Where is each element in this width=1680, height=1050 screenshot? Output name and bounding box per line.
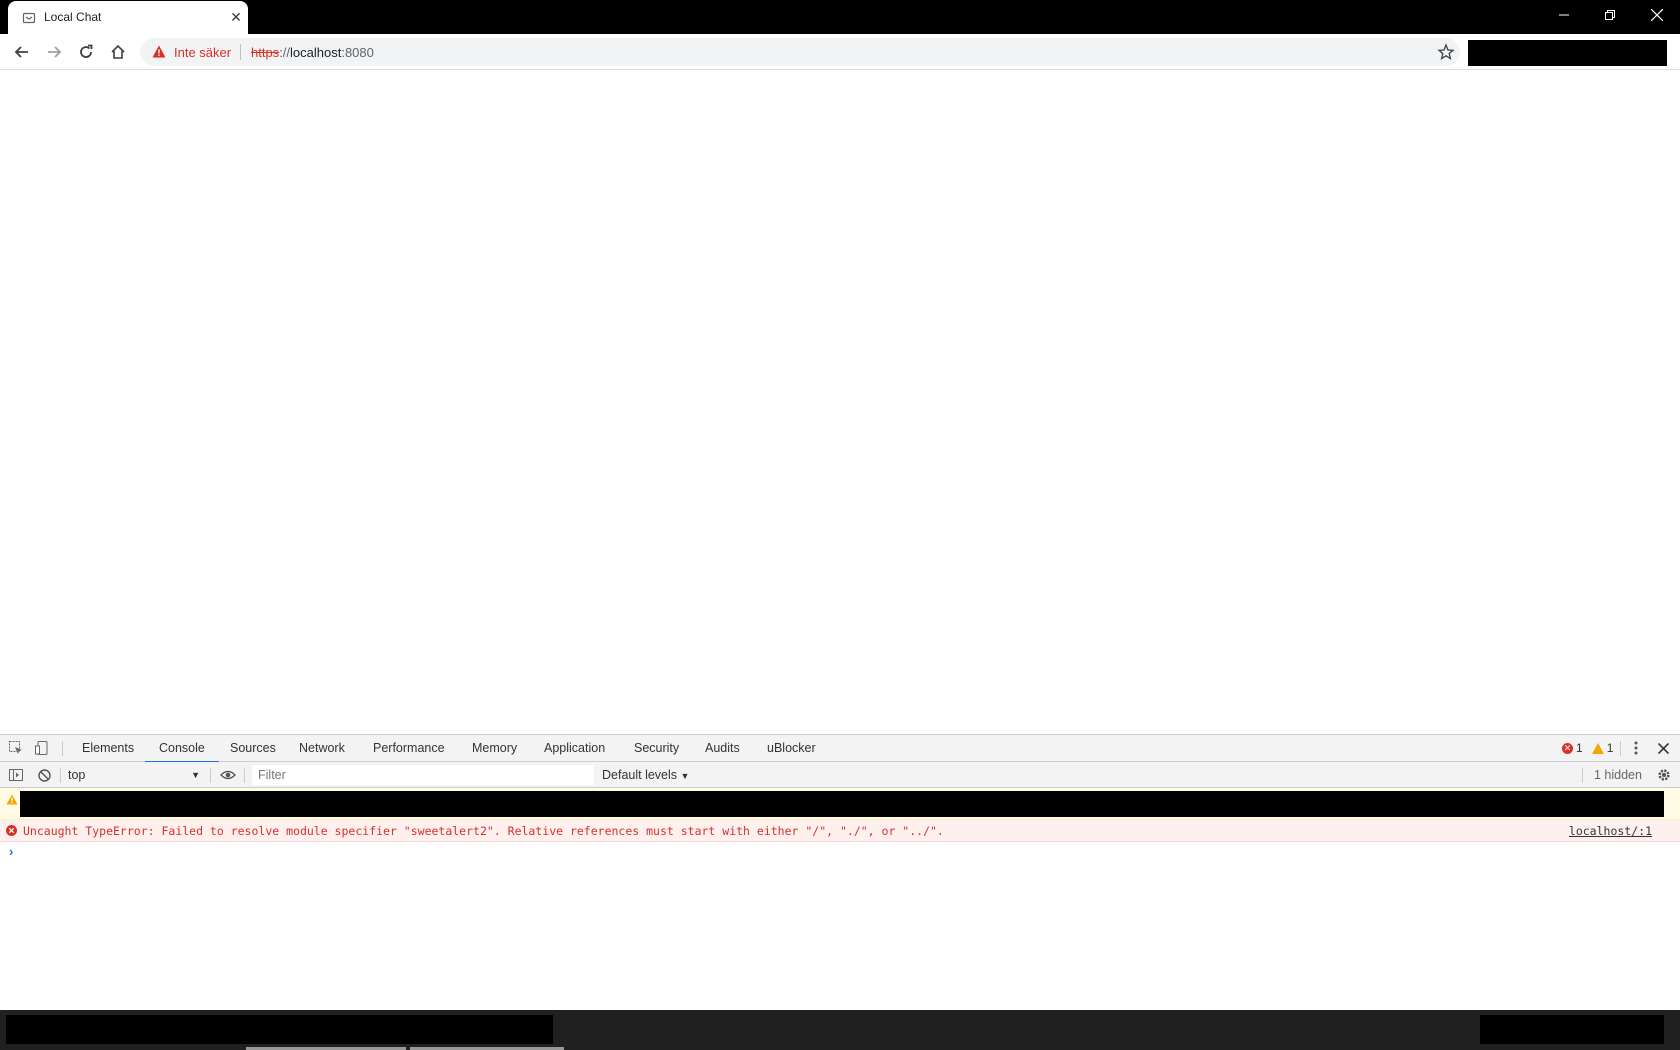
forward-icon[interactable]	[40, 38, 68, 66]
inspect-element-icon[interactable]	[6, 739, 26, 757]
minimize-icon[interactable]	[1541, 0, 1587, 30]
back-icon[interactable]	[8, 38, 36, 66]
hidden-count: 1 hidden	[1594, 768, 1642, 782]
error-message: Uncaught TypeError: Failed to resolve mo…	[23, 824, 944, 838]
close-tab-icon[interactable]: ✕	[226, 7, 246, 27]
console-prompt[interactable]: ›	[0, 842, 1680, 862]
divider	[240, 44, 241, 60]
divider	[1582, 768, 1583, 783]
more-options-icon[interactable]	[1626, 739, 1646, 757]
tab-elements[interactable]: Elements	[80, 735, 136, 762]
devtools-tabbar: Elements Console Sources Network Perform…	[0, 735, 1680, 763]
restore-icon[interactable]	[1587, 0, 1633, 30]
dropdown-arrow-icon: ▼	[191, 770, 200, 780]
redacted-system-tray	[1480, 1015, 1664, 1044]
divider	[210, 768, 211, 783]
close-window-icon[interactable]	[1634, 0, 1680, 30]
redacted-taskbar-apps	[6, 1015, 553, 1044]
tab-performance[interactable]: Performance	[371, 735, 447, 762]
console-messages: Uncaught TypeError: Failed to resolve mo…	[0, 788, 1680, 1011]
taskbar	[0, 1010, 1680, 1050]
redacted-extensions-area	[1468, 40, 1667, 66]
warning-icon[interactable]	[152, 45, 166, 58]
home-icon[interactable]	[104, 38, 132, 66]
warning-icon	[1591, 742, 1604, 754]
error-source-link[interactable]: localhost/:1	[1569, 824, 1652, 838]
divider	[60, 768, 61, 783]
tab-memory[interactable]: Memory	[470, 735, 519, 762]
console-toolbar: top ▼ Default levels ▼ 1 hidden	[0, 762, 1680, 788]
error-icon	[6, 825, 17, 836]
issue-counts[interactable]: ✕ 1 1	[1562, 741, 1613, 755]
browser-toolbar: Inte säker https://localhost:8080	[0, 34, 1680, 70]
tab-security[interactable]: Security	[632, 735, 681, 762]
clear-console-icon[interactable]	[34, 766, 54, 784]
context-select[interactable]: top ▼	[68, 765, 204, 785]
devtools-panel: Elements Console Sources Network Perform…	[0, 734, 1680, 1010]
divider	[62, 741, 63, 756]
settings-gear-icon[interactable]	[1654, 766, 1674, 784]
tab-audits[interactable]: Audits	[703, 735, 742, 762]
redacted-warning-text	[20, 791, 1664, 817]
reload-icon[interactable]	[72, 38, 100, 66]
tab-network[interactable]: Network	[297, 735, 347, 762]
warning-icon	[6, 794, 18, 805]
device-toolbar-icon[interactable]	[32, 739, 52, 757]
warning-count: 1	[1606, 741, 1614, 755]
browser-tab[interactable]: Local Chat ✕	[8, 1, 248, 34]
sidebar-toggle-icon[interactable]	[6, 766, 26, 784]
url-text[interactable]: https://localhost:8080	[251, 45, 374, 60]
divider	[1620, 741, 1621, 756]
address-bar[interactable]: Inte säker https://localhost:8080	[140, 38, 1460, 66]
live-expression-eye-icon[interactable]	[218, 766, 238, 784]
log-levels-dropdown[interactable]: Default levels ▼	[602, 765, 689, 785]
bookmark-star-icon[interactable]	[1436, 42, 1456, 62]
dropdown-arrow-icon: ▼	[680, 771, 690, 781]
page-icon	[22, 12, 36, 24]
tab-sources[interactable]: Sources	[228, 735, 278, 762]
prompt-chevron-icon: ›	[9, 844, 14, 859]
filter-input[interactable]	[252, 765, 594, 785]
title-bar: Local Chat ✕	[0, 0, 1680, 34]
divider	[244, 768, 245, 783]
console-warning-row	[0, 788, 1680, 820]
tab-ublocker[interactable]: uBlocker	[765, 735, 818, 762]
context-value: top	[68, 768, 86, 782]
tab-title: Local Chat	[44, 10, 102, 24]
tab-console[interactable]: Console	[145, 735, 219, 763]
security-label[interactable]: Inte säker	[174, 45, 231, 60]
error-count: 1	[1576, 741, 1583, 755]
console-error-row: Uncaught TypeError: Failed to resolve mo…	[0, 820, 1680, 842]
error-icon: ✕	[1562, 742, 1573, 754]
close-devtools-icon[interactable]	[1653, 739, 1673, 757]
page-viewport	[0, 71, 1680, 734]
tab-application[interactable]: Application	[542, 735, 607, 762]
